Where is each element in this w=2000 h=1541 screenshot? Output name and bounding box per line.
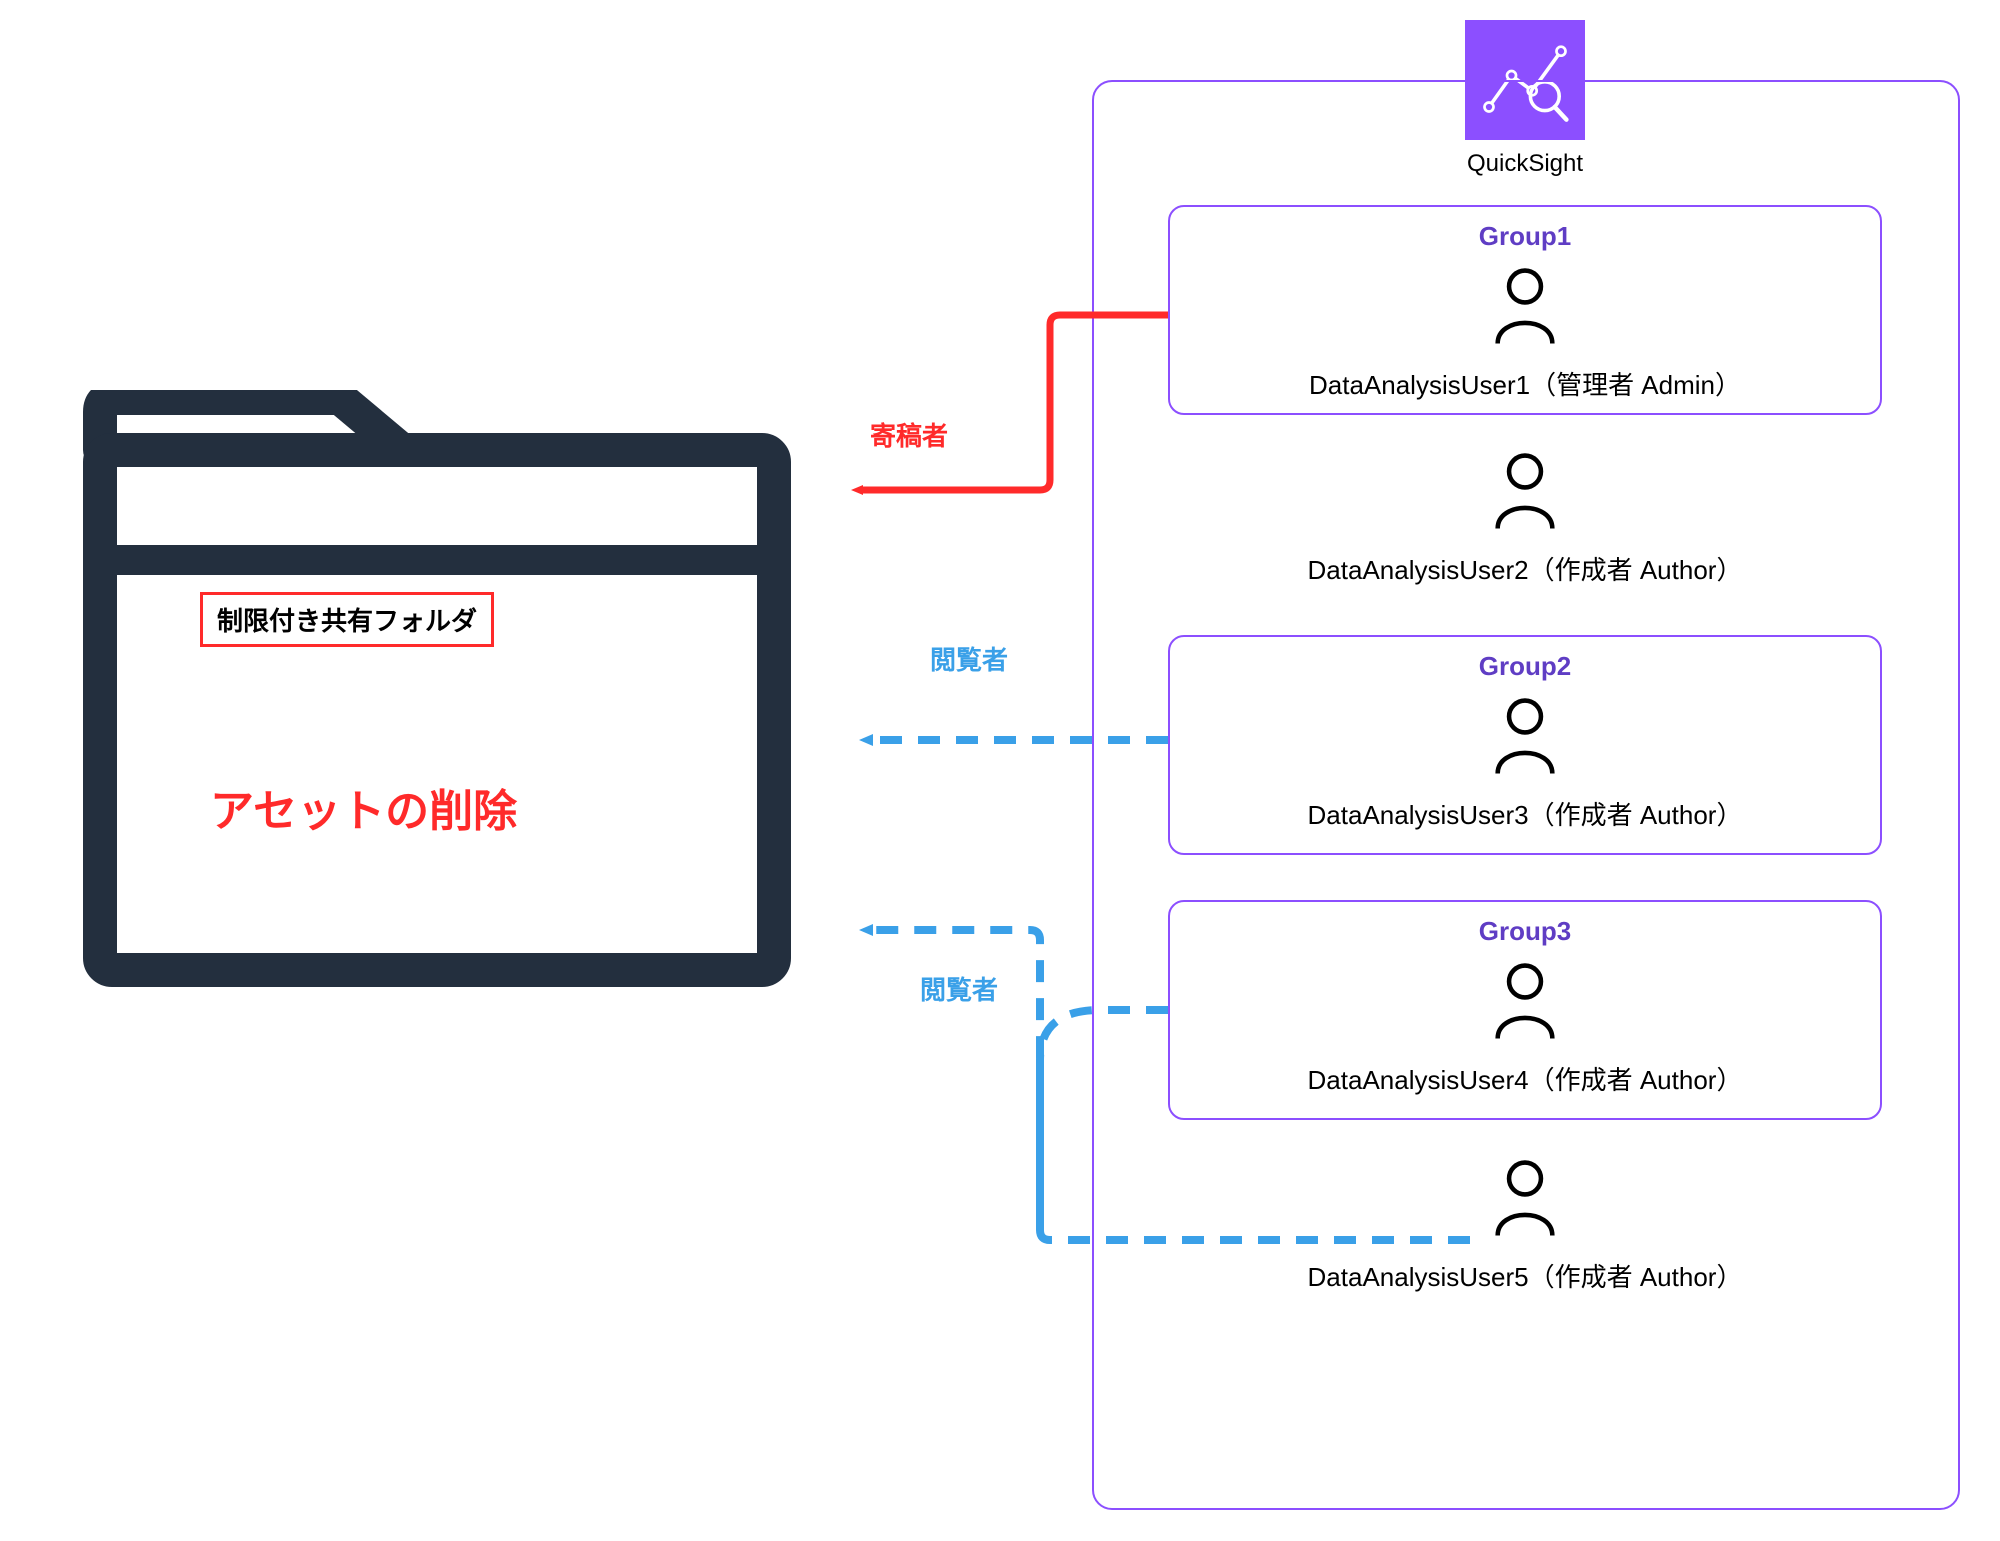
group3-title: Group3 [1170, 916, 1880, 947]
group2-box: Group2 DataAnalysisUser3（作成者 Author） [1168, 635, 1882, 855]
arrow-label-viewer-1: 閲覧者 [930, 640, 1008, 677]
group1-box: Group1 DataAnalysisUser1（管理者 Admin） [1168, 205, 1882, 415]
group2-user-label: DataAnalysisUser3（作成者 Author） [1170, 795, 1880, 832]
person-icon [1488, 266, 1562, 353]
person-icon [1488, 451, 1562, 538]
folder-icon [70, 390, 804, 1000]
group1-user-label: DataAnalysisUser1（管理者 Admin） [1170, 365, 1880, 402]
folder-main-text: アセットの削除 [210, 775, 517, 839]
folder-box-label: 制限付き共有フォルダ [200, 592, 494, 647]
person-icon [1488, 961, 1562, 1048]
person-icon [1488, 1158, 1562, 1245]
user5-block: DataAnalysisUser5（作成者 Author） [1168, 1152, 1882, 1294]
user2-label: DataAnalysisUser2（作成者 Author） [1168, 550, 1882, 587]
group3-box: Group3 DataAnalysisUser4（作成者 Author） [1168, 900, 1882, 1120]
arrow-label-viewer-2: 閲覧者 [920, 970, 998, 1007]
diagram-canvas: { "quicksight": { "label": "QuickSight",… [0, 0, 2000, 1541]
group3-user-label: DataAnalysisUser4（作成者 Author） [1170, 1060, 1880, 1097]
group2-title: Group2 [1170, 651, 1880, 682]
user2-block: DataAnalysisUser2（作成者 Author） [1168, 445, 1882, 587]
arrow-label-contributor: 寄稿者 [870, 416, 948, 453]
user5-label: DataAnalysisUser5（作成者 Author） [1168, 1257, 1882, 1294]
person-icon [1488, 696, 1562, 783]
group1-title: Group1 [1170, 221, 1880, 252]
